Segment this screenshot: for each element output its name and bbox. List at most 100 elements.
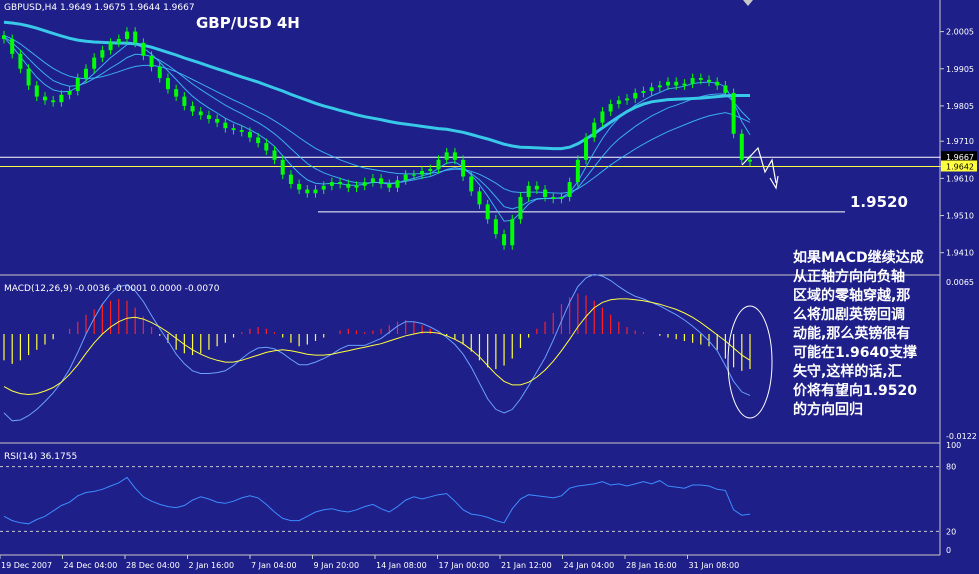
candle-body <box>543 189 548 197</box>
rsi-axis-label: 20 <box>946 527 956 536</box>
candle-body <box>26 68 31 86</box>
time-axis-label: 24 Dec 04:00 <box>64 561 118 570</box>
candle-body <box>403 174 408 181</box>
candle-body <box>362 182 367 186</box>
candle-body <box>321 185 326 190</box>
rsi-axis-label: 0 <box>946 546 951 555</box>
rsi-header: RSI(14) 36.1755 <box>4 452 77 462</box>
candle-body <box>67 91 72 95</box>
candle-body <box>526 185 531 197</box>
time-axis-label: 24 Jan 04:00 <box>564 561 615 570</box>
candle-body <box>567 182 572 197</box>
candle-body <box>584 137 589 160</box>
time-axis-label: 7 Jan 04:00 <box>251 561 297 570</box>
candle-body <box>600 111 605 123</box>
candle-body <box>83 68 88 79</box>
rsi-axis-label: 80 <box>946 463 956 472</box>
candle-body <box>739 133 744 160</box>
candle-body <box>198 111 203 116</box>
time-axis-label: 19 Dec 2007 <box>1 561 52 570</box>
candle-body <box>100 50 105 58</box>
candle-body <box>444 152 449 160</box>
price-axis-label: 1.9642 <box>946 162 974 171</box>
symbol-header: GBPUSD,H4 1.9649 1.9675 1.9644 1.9667 <box>4 3 195 13</box>
candle-body <box>493 219 498 235</box>
candle-body <box>42 96 47 101</box>
candle-body <box>674 81 679 86</box>
candle-body <box>247 131 252 138</box>
candle-body <box>707 79 712 82</box>
candle-body <box>149 55 154 67</box>
comment-line: 可能在1.9640支撑 <box>793 344 917 361</box>
candle-body <box>641 91 646 93</box>
comment-line: 么将加剧英镑回调 <box>793 306 905 323</box>
candle-body <box>748 159 752 162</box>
candle-body <box>534 185 539 190</box>
time-axis-label: 21 Jan 12:00 <box>501 561 552 570</box>
candle-body <box>133 31 138 43</box>
candle-body <box>518 196 523 220</box>
candle-body <box>264 143 269 151</box>
candle-body <box>272 150 277 160</box>
candle-body <box>288 174 293 184</box>
macd-header: MACD(12,26,9) -0.0036 -0.0001 0.0000 -0.… <box>4 284 220 294</box>
candle-body <box>625 98 630 101</box>
chart-window: 2.0005 1.9905 1.9805 1.9710 1.9667 1.9642 1.96… <box>0 0 979 574</box>
candle-body <box>75 78 80 92</box>
candle-body <box>698 78 703 80</box>
candle-body <box>338 182 343 184</box>
price-axis-label: 1.9905 <box>946 65 974 74</box>
candle-body <box>190 105 195 112</box>
candle-body <box>280 159 285 175</box>
candle-body <box>346 183 351 188</box>
candle-body <box>18 53 23 69</box>
candle-body <box>256 137 261 144</box>
candle-body <box>116 39 121 43</box>
candle-body <box>682 83 687 86</box>
candle-body <box>141 42 146 56</box>
time-axis-label: 28 Dec 04:00 <box>126 561 180 570</box>
candle-body <box>502 234 507 246</box>
support-level-label: 1.9520 <box>850 193 908 211</box>
comment-line: 动能,那么英镑很有 <box>793 325 910 342</box>
candle-body <box>608 104 613 112</box>
time-axis-label: 17 Jan 00:00 <box>439 561 490 570</box>
candle-body <box>715 81 720 86</box>
candle-body <box>10 39 15 54</box>
candle-body <box>477 191 482 205</box>
candle-body <box>215 118 220 123</box>
time-axis-label: 9 Jan 20:00 <box>314 561 360 570</box>
price-axis-label: 1.9805 <box>946 102 974 111</box>
candle-body <box>592 122 597 138</box>
candle-body <box>182 96 187 106</box>
comment-line: 价将有望向1.9520 <box>793 382 917 399</box>
macd-axis-label: -0.0122 <box>946 432 977 441</box>
candle-body <box>165 78 170 90</box>
macd-axis-label: 0.0065 <box>946 278 974 287</box>
comment-line: 如果MACD继续达成 <box>793 249 924 266</box>
candle-body <box>108 42 113 51</box>
candle-body <box>485 204 490 220</box>
candle-body <box>231 128 236 131</box>
time-axis-label: 28 Jan 16:00 <box>626 561 677 570</box>
candle-body <box>239 130 244 132</box>
candle-body <box>34 85 39 97</box>
candle-body <box>452 152 457 160</box>
candle-body <box>461 159 466 177</box>
candle-body <box>305 189 310 194</box>
candle-body <box>657 85 662 88</box>
candle-body <box>59 94 64 103</box>
candle-body <box>575 159 580 183</box>
candle-body <box>731 92 736 134</box>
candle-body <box>469 176 474 192</box>
price-axis-label: 2.0005 <box>946 28 974 37</box>
candle-body <box>313 189 318 194</box>
candle-body <box>428 169 433 171</box>
candle-body <box>395 180 400 188</box>
candle-body <box>206 115 211 119</box>
rsi-axis-label: 100 <box>946 441 961 450</box>
candle-body <box>124 31 129 40</box>
candle-body <box>329 182 334 186</box>
candle-body <box>690 78 695 84</box>
price-axis-label: 1.9710 <box>946 137 974 146</box>
